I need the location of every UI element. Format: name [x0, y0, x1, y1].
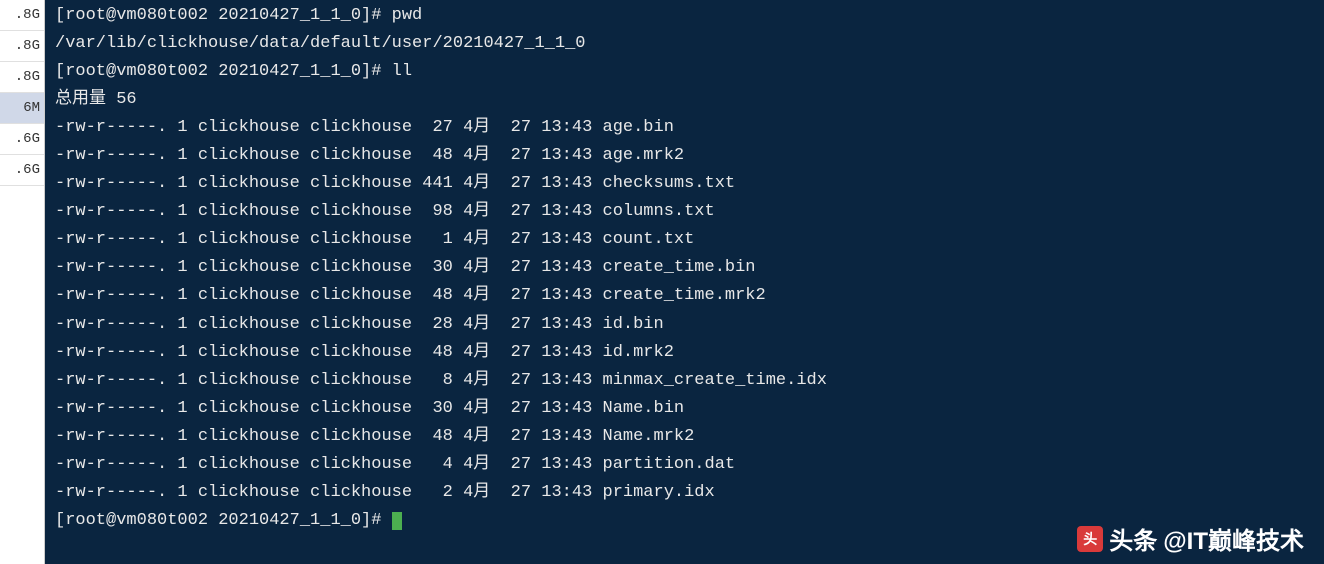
file-entry: -rw-r-----. 1 clickhouse clickhouse 441 …: [55, 170, 1314, 198]
file-entry: -rw-r-----. 1 clickhouse clickhouse 98 4…: [55, 198, 1314, 226]
command: pwd: [392, 6, 423, 25]
terminal-pane[interactable]: [root@vm080t002 20210427_1_1_0]# pwd /va…: [45, 0, 1324, 564]
command: ll: [392, 62, 412, 81]
terminal-line: [root@vm080t002 20210427_1_1_0]# pwd: [55, 2, 1314, 30]
file-entry: -rw-r-----. 1 clickhouse clickhouse 2 4月…: [55, 479, 1314, 507]
file-entry: -rw-r-----. 1 clickhouse clickhouse 28 4…: [55, 311, 1314, 339]
size-sidebar: .8G .8G .8G 6M .6G .6G: [0, 0, 45, 564]
terminal-output: /var/lib/clickhouse/data/default/user/20…: [55, 30, 1314, 58]
file-entry: -rw-r-----. 1 clickhouse clickhouse 48 4…: [55, 142, 1314, 170]
file-entry: -rw-r-----. 1 clickhouse clickhouse 8 4月…: [55, 367, 1314, 395]
sidebar-item[interactable]: .8G: [0, 62, 44, 93]
watermark: 头 头条 @IT巅峰技术: [1077, 521, 1304, 556]
file-entry: -rw-r-----. 1 clickhouse clickhouse 27 4…: [55, 114, 1314, 142]
file-entry: -rw-r-----. 1 clickhouse clickhouse 4 4月…: [55, 451, 1314, 479]
cursor: [392, 512, 402, 530]
file-list: -rw-r-----. 1 clickhouse clickhouse 27 4…: [55, 114, 1314, 507]
total-line: 总用量 56: [55, 86, 1314, 114]
sidebar-item[interactable]: .6G: [0, 124, 44, 155]
file-entry: -rw-r-----. 1 clickhouse clickhouse 30 4…: [55, 254, 1314, 282]
file-entry: -rw-r-----. 1 clickhouse clickhouse 30 4…: [55, 395, 1314, 423]
file-entry: -rw-r-----. 1 clickhouse clickhouse 48 4…: [55, 282, 1314, 310]
sidebar-item[interactable]: .8G: [0, 0, 44, 31]
prompt: [root@vm080t002 20210427_1_1_0]#: [55, 62, 392, 81]
prompt: [root@vm080t002 20210427_1_1_0]#: [55, 511, 392, 530]
sidebar-item[interactable]: .6G: [0, 155, 44, 186]
toutiao-logo-icon: 头: [1077, 526, 1103, 552]
terminal-line: [root@vm080t002 20210427_1_1_0]# ll: [55, 58, 1314, 86]
watermark-handle: @IT巅峰技术: [1163, 521, 1304, 556]
watermark-brand: 头条: [1109, 521, 1157, 556]
prompt: [root@vm080t002 20210427_1_1_0]#: [55, 6, 392, 25]
file-entry: -rw-r-----. 1 clickhouse clickhouse 48 4…: [55, 423, 1314, 451]
sidebar-item[interactable]: 6M: [0, 93, 44, 124]
file-entry: -rw-r-----. 1 clickhouse clickhouse 1 4月…: [55, 226, 1314, 254]
file-entry: -rw-r-----. 1 clickhouse clickhouse 48 4…: [55, 339, 1314, 367]
sidebar-item[interactable]: .8G: [0, 31, 44, 62]
